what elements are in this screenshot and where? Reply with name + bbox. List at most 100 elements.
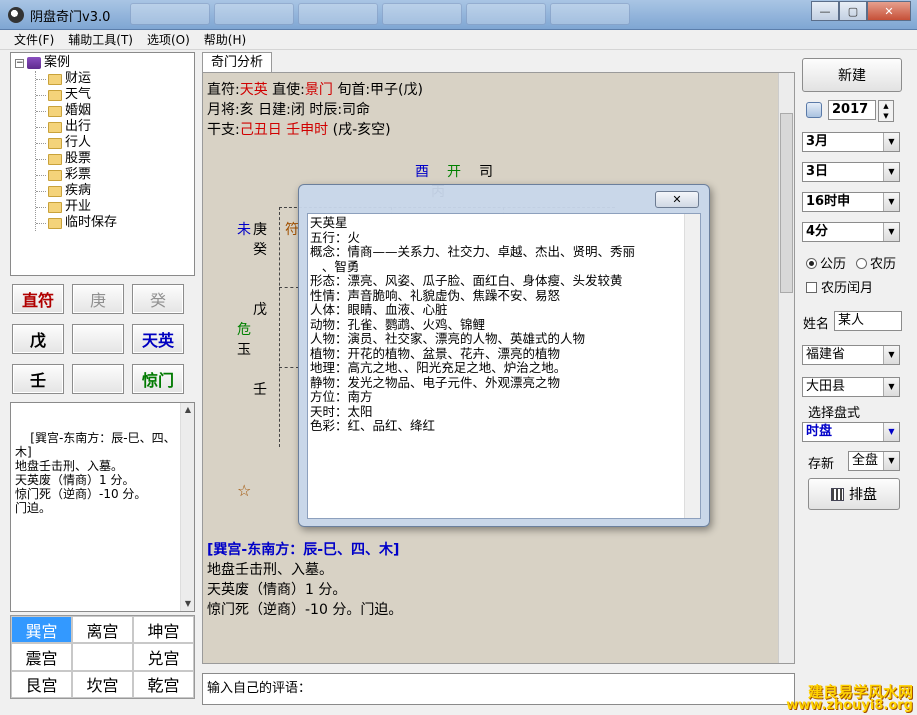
book-icon: [27, 57, 41, 69]
new-button[interactable]: 新建: [802, 58, 902, 92]
chevron-down-icon[interactable]: ▼: [883, 346, 899, 364]
title-bar: 阴盘奇门v3.0 — ▢ ✕: [0, 0, 917, 30]
dialog-line: 天英星: [310, 215, 348, 230]
menu-tools[interactable]: 辅助工具(T): [68, 31, 133, 48]
chevron-down-icon[interactable]: ▼: [883, 452, 899, 470]
collapse-icon[interactable]: −: [15, 58, 24, 68]
radio-lunar[interactable]: 农历: [856, 253, 896, 272]
dialog-line: 静物：发光之物品、电子元件、外观漂亮之物: [310, 374, 561, 390]
dialog-scrollbar[interactable]: [684, 214, 700, 518]
select-mode-label: 选择盘式: [808, 406, 861, 421]
checkbox-icon: [806, 282, 817, 293]
month-select[interactable]: 3月 ▼: [802, 132, 900, 152]
palace-dui[interactable]: 兑宫: [133, 643, 194, 671]
folder-icon: [48, 105, 62, 117]
button-empty-1[interactable]: [72, 324, 124, 354]
mode-select[interactable]: 时盘 ▼: [802, 422, 900, 442]
star-icon: ☆: [237, 481, 252, 500]
chevron-down-icon[interactable]: ▼: [883, 163, 899, 181]
folder-icon: [48, 169, 62, 181]
palace-kan[interactable]: 坎宫: [72, 670, 133, 698]
label-kai: 开: [447, 164, 461, 180]
button-zhifu[interactable]: 直符: [12, 284, 64, 314]
chevron-down-icon[interactable]: ▼: [883, 133, 899, 151]
chart-line-left: [279, 207, 280, 447]
button-gui[interactable]: 癸: [132, 284, 184, 314]
leap-month-checkbox[interactable]: 农历闰月: [806, 277, 873, 296]
palace-qian[interactable]: 乾宫: [133, 670, 194, 698]
menu-options[interactable]: 选项(O): [147, 31, 190, 48]
name-input[interactable]: 某人: [834, 311, 902, 331]
chart-line-row2: [279, 287, 299, 288]
tree-item[interactable]: 出行: [36, 119, 190, 135]
menu-bar: 文件(F) 辅助工具(T) 选项(O) 帮助(H): [0, 30, 917, 50]
province-select[interactable]: 福建省 ▼: [802, 345, 900, 365]
chevron-down-icon[interactable]: ▼: [883, 193, 899, 211]
dialog-title-bar[interactable]: [299, 185, 709, 213]
tree-item[interactable]: 天气: [36, 87, 190, 103]
dialog-line: 概念：情商——关系力、社交力、卓越、杰出、贤明、秀丽: [310, 244, 636, 259]
left-note-text[interactable]: [巽宫-东南方：辰-巳、四、 木] 地盘壬击刑、入墓。 天英废（情商）1 分。 …: [10, 402, 195, 612]
year-input[interactable]: 2017: [828, 100, 876, 120]
case-tree: − 案例 财运 天气 婚姻 出行 行人 股票 彩票 疾病 开业 临时保存: [10, 52, 195, 276]
radio-solar[interactable]: 公历: [806, 253, 846, 272]
dialog-text[interactable]: 天英星 五行：火 概念：情商——关系力、社交力、卓越、杰出、贤明、秀丽 、智勇 …: [307, 213, 701, 519]
tree-item[interactable]: 行人: [36, 135, 190, 151]
palace-center[interactable]: [72, 643, 133, 671]
year-spinner[interactable]: ▲ ▼: [878, 100, 894, 122]
hour-select[interactable]: 16时申 ▼: [802, 192, 900, 212]
palace-kun[interactable]: 坤宫: [133, 616, 194, 644]
tree-item[interactable]: 疾病: [36, 183, 190, 199]
minimize-button[interactable]: —: [811, 1, 839, 21]
button-tianying[interactable]: 天英: [132, 324, 184, 354]
county-select[interactable]: 大田县 ▼: [802, 377, 900, 397]
palace-zhen[interactable]: 震宫: [11, 643, 72, 671]
left-note-scrollbar[interactable]: ▲ ▼: [180, 403, 194, 611]
chevron-down-icon[interactable]: ▼: [883, 378, 899, 396]
close-button[interactable]: ✕: [867, 1, 911, 21]
scroll-down-icon[interactable]: ▼: [181, 597, 195, 611]
button-jingmen[interactable]: 惊门: [132, 364, 184, 394]
analysis-scrollbar[interactable]: [778, 73, 794, 663]
calendar-icon[interactable]: [806, 102, 822, 118]
dialog-close-button[interactable]: ✕: [655, 191, 699, 208]
save-select[interactable]: 全盘 ▼: [848, 451, 900, 471]
folder-icon: [48, 153, 62, 165]
chart-ren: 壬: [253, 382, 267, 398]
tab-analysis[interactable]: 奇门分析: [202, 52, 272, 72]
chevron-down-icon[interactable]: ▼: [883, 223, 899, 241]
tree-item[interactable]: 彩票: [36, 167, 190, 183]
label-si: 司: [479, 164, 493, 180]
palace-gen[interactable]: 艮宫: [11, 670, 72, 698]
scroll-up-icon[interactable]: ▲: [181, 403, 195, 417]
tree-item[interactable]: 婚姻: [36, 103, 190, 119]
comment-input[interactable]: 输入自己的评语：: [202, 673, 795, 705]
menu-file[interactable]: 文件(F): [14, 31, 54, 48]
left-note-content: [巽宫-东南方：辰-巳、四、 木] 地盘壬击刑、入墓。 天英废（情商）1 分。 …: [15, 431, 176, 515]
palace-xun[interactable]: 巽宫: [11, 616, 72, 644]
maximize-button[interactable]: ▢: [839, 1, 867, 21]
tree-item[interactable]: 开业: [36, 199, 190, 215]
folder-icon: [48, 185, 62, 197]
dialog-line: 人体：眼睛、血液、心脏: [310, 302, 448, 317]
minute-select[interactable]: 4分 ▼: [802, 222, 900, 242]
tree-item[interactable]: 财运: [36, 71, 190, 87]
button-wu[interactable]: 戊: [12, 324, 64, 354]
arrange-button[interactable]: 排盘: [808, 478, 900, 510]
tree-root[interactable]: − 案例: [15, 55, 190, 71]
palace-li[interactable]: 离宫: [72, 616, 133, 644]
button-ren[interactable]: 壬: [12, 364, 64, 394]
day-select[interactable]: 3日 ▼: [802, 162, 900, 182]
folder-icon: [48, 73, 62, 85]
dialog-line: 植物：开花的植物、盆景、花卉、漂亮的植物: [310, 345, 561, 361]
button-geng[interactable]: 庚: [72, 284, 124, 314]
folder-icon: [48, 201, 62, 213]
menu-help[interactable]: 帮助(H): [204, 31, 246, 48]
tree-item[interactable]: 临时保存: [36, 215, 190, 231]
button-empty-2[interactable]: [72, 364, 124, 394]
client-area: − 案例 财运 天气 婚姻 出行 行人 股票 彩票 疾病 开业 临时保存 直符 …: [0, 50, 917, 715]
scroll-thumb[interactable]: [780, 113, 793, 293]
tree-item[interactable]: 股票: [36, 151, 190, 167]
chevron-down-icon[interactable]: ▼: [883, 423, 899, 441]
tab-strip: 奇门分析: [202, 52, 797, 72]
